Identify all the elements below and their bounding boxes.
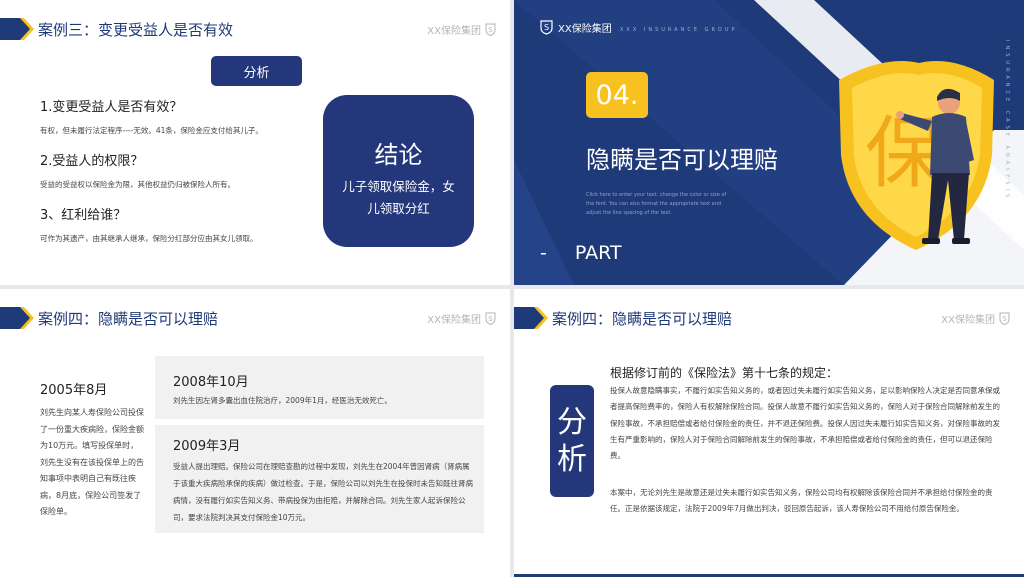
- brand-name: XX保险集团: [558, 24, 612, 35]
- slide-case-four-story[interactable]: 案例四：隐瞒是否可以理赔 XX保险集团 S 2005年8月 刘先生向某人寿保险公…: [0, 289, 510, 577]
- brand-name: XX保险集团: [427, 26, 481, 37]
- brand-name: XX保险集团: [427, 315, 481, 326]
- analysis-button[interactable]: 分析: [211, 56, 302, 86]
- part-dash: -: [540, 242, 547, 264]
- brand-logo: S XX保险集团: [540, 20, 612, 35]
- conclusion-body: 儿子领取保险金，女儿领取分红: [342, 179, 455, 216]
- part-number-badge: 04.: [586, 72, 648, 118]
- slide-part-four-cover[interactable]: S XX保险集团 XXX INSURANCE GROUP INSURANCE C…: [514, 0, 1024, 285]
- slide-title: 案例三：变更受益人是否有效: [38, 21, 234, 39]
- event-date: 2008年10月: [173, 375, 249, 390]
- analysis-char-1: 分: [557, 405, 587, 440]
- question-1: 1.变更受益人是否有效？: [40, 100, 183, 115]
- part-text: PART: [574, 242, 622, 264]
- shield-icon: S: [485, 312, 496, 325]
- header-flag-icon: [514, 307, 548, 329]
- answer-1: 有权，但未履行法定程序----无效。41条，保险金应支付给其儿子。: [40, 126, 263, 135]
- placeholder-text: Click here to enter your text. change th…: [586, 192, 727, 216]
- law-paragraph: 投保人故意隐瞒事实，不履行如实告知义务的，或者因过失未履行如实告知义务，足以影响…: [610, 386, 1000, 461]
- question-3: 3、红利给谁？: [40, 208, 127, 223]
- analysis-label-box: 分 析: [550, 385, 594, 497]
- slide-case-three[interactable]: 案例三：变更受益人是否有效 XX保险集团 S 分析 1.变更受益人是否有效？ 有…: [0, 0, 510, 285]
- event-text: 受益人提出理赔。保险公司在理赔查勘的过程中发现，刘先生在2004年曾因肾病（肾病…: [173, 462, 473, 522]
- slide-title: 案例四：隐瞒是否可以理赔: [38, 310, 219, 328]
- header-flag-icon: [0, 18, 34, 40]
- part-label: - PART: [540, 242, 622, 264]
- svg-text:S: S: [544, 23, 549, 32]
- brand-tagline: XXX INSURANCE GROUP: [620, 27, 738, 33]
- conclusion-card: 结论 儿子领取保险金，女儿领取分红: [323, 95, 474, 247]
- svg-text:S: S: [488, 315, 493, 323]
- conclusion-title: 结论: [374, 141, 423, 169]
- part-title: 隐瞒是否可以理赔: [586, 146, 778, 174]
- shield-icon: S: [999, 312, 1010, 325]
- brand-name: XX保险集团: [941, 315, 995, 326]
- law-heading: 根据修订前的《保险法》第十七条的规定：: [610, 366, 839, 380]
- brand-logo: XX保险集团 S: [427, 311, 496, 326]
- year-2005-heading: 2005年8月: [40, 383, 108, 398]
- slide-title: 案例四：隐瞒是否可以理赔: [552, 310, 733, 328]
- analysis-char-2: 析: [557, 442, 587, 477]
- event-card-2009: 2009年3月 受益人提出理赔。保险公司在理赔查勘的过程中发现，刘先生在2004…: [155, 425, 484, 533]
- svg-text:S: S: [488, 26, 493, 34]
- event-date: 2009年3月: [173, 439, 241, 454]
- shield-logo-icon: S: [540, 20, 553, 35]
- slide-case-four-analysis[interactable]: 案例四：隐瞒是否可以理赔 XX保险集团 S 分 析 根据修订前的《保险法》第十七…: [514, 289, 1024, 577]
- event-text: 刘先生因左肾多囊出血住院治疗，2009年1月，经医治无效死亡。: [173, 396, 392, 405]
- svg-text:S: S: [1002, 315, 1007, 323]
- case-conclusion-paragraph: 本案中，无论刘先生是故意还是过失未履行如实告知义务，保险公司均有权解除该保险合同…: [610, 488, 993, 514]
- brand-logo: XX保险集团 S: [941, 311, 1010, 326]
- year-2005-text: 刘先生向某人寿保险公司投保了一份重大疾病险，保险金额为10万元。填写投保单时，刘…: [40, 408, 144, 516]
- brand-logo: XX保险集团 S: [427, 22, 496, 37]
- question-2: 2.受益人的权限？: [40, 154, 144, 169]
- header-flag-icon: [0, 307, 34, 329]
- shield-businessman-illustration: 保: [839, 61, 994, 250]
- event-card-2008: 2008年10月 刘先生因左肾多囊出血住院治疗，2009年1月，经医治无效死亡。: [155, 356, 484, 419]
- shield-icon: S: [485, 23, 496, 36]
- answer-2: 受益的受益权以保险金为限，其他权益仍归被保险人所有。: [40, 180, 235, 189]
- answer-3: 可作为其遗产，由其继承人继承，保险分红部分应由其女儿领取。: [40, 234, 258, 243]
